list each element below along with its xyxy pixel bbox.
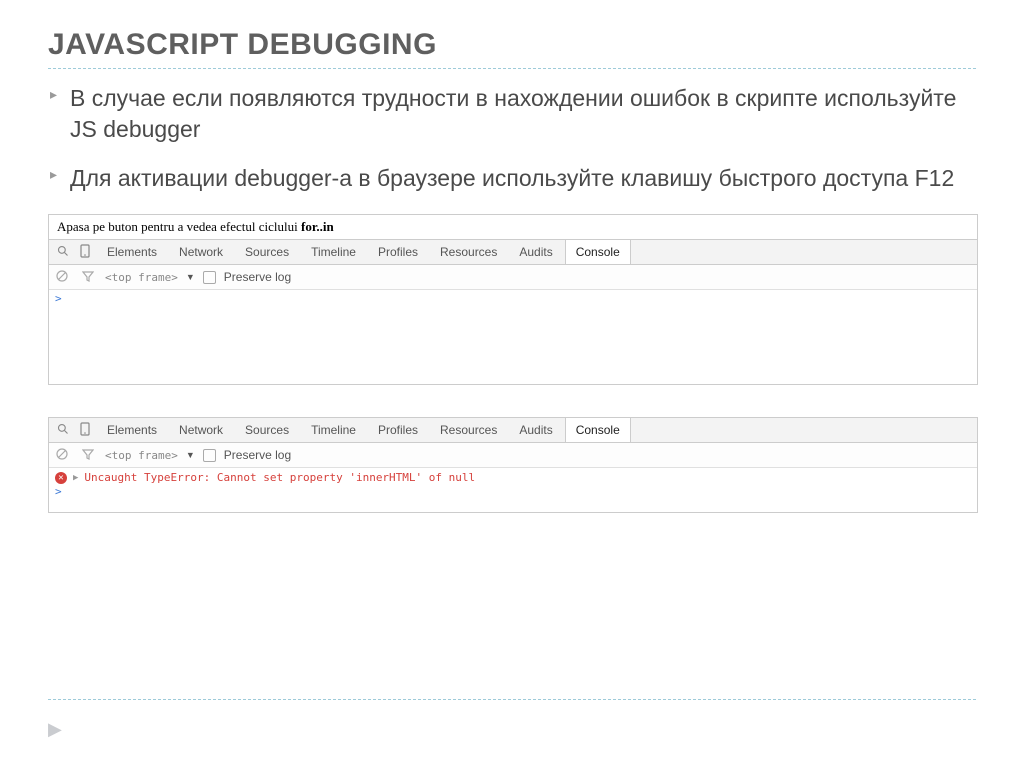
console-output: > <box>49 290 977 384</box>
bullet-list: В случае если появляются трудности в нах… <box>48 83 976 194</box>
tab-console[interactable]: Console <box>565 240 631 264</box>
devtools-tabbar: Elements Network Sources Timeline Profil… <box>49 240 977 265</box>
device-icon[interactable] <box>75 244 95 261</box>
slide: JAVASCRIPT DEBUGGING В случае если появл… <box>0 0 1024 768</box>
console-prompt[interactable]: > <box>55 292 971 305</box>
preserve-log-label: Preserve log <box>224 448 291 462</box>
tab-resources[interactable]: Resources <box>430 418 507 442</box>
footer-divider <box>48 699 976 700</box>
chevron-down-icon[interactable]: ▼ <box>186 450 195 460</box>
console-output: ✕ ▶ Uncaught TypeError: Cannot set prope… <box>49 468 977 512</box>
console-prompt[interactable]: > <box>55 485 971 498</box>
devtools-screenshot-clean: Apasa pe buton pentru a vedea efectul ci… <box>48 214 978 385</box>
preserve-log-checkbox[interactable] <box>203 449 216 462</box>
tab-sources[interactable]: Sources <box>235 418 299 442</box>
search-icon[interactable] <box>53 245 73 260</box>
preserve-log-label: Preserve log <box>224 270 291 284</box>
search-icon[interactable] <box>53 423 73 438</box>
clear-icon[interactable] <box>53 448 71 463</box>
clear-icon[interactable] <box>53 270 71 285</box>
page-content-text: Apasa pe buton pentru a vedea efectul ci… <box>49 215 977 240</box>
console-error-row[interactable]: ✕ ▶ Uncaught TypeError: Cannot set prope… <box>55 470 971 485</box>
page-text-bold: for..in <box>301 219 334 234</box>
tab-timeline[interactable]: Timeline <box>301 240 366 264</box>
devtools-tabbar: Elements Network Sources Timeline Profil… <box>49 418 977 443</box>
frame-selector[interactable]: <top frame> <box>105 271 178 284</box>
filter-icon[interactable] <box>79 448 97 463</box>
console-toolbar: <top frame> ▼ Preserve log <box>49 443 977 468</box>
tab-network[interactable]: Network <box>169 418 233 442</box>
tab-console[interactable]: Console <box>565 418 631 442</box>
devtools-screenshot-error: Elements Network Sources Timeline Profil… <box>48 417 978 513</box>
disclosure-triangle-icon[interactable]: ▶ <box>73 473 78 483</box>
tab-audits[interactable]: Audits <box>509 240 562 264</box>
preserve-log-checkbox[interactable] <box>203 271 216 284</box>
chevron-down-icon[interactable]: ▼ <box>186 272 195 282</box>
bullet-item: Для активации debugger-а в браузере испо… <box>48 163 976 194</box>
tab-profiles[interactable]: Profiles <box>368 240 428 264</box>
device-icon[interactable] <box>75 422 95 439</box>
tab-elements[interactable]: Elements <box>97 240 167 264</box>
tab-profiles[interactable]: Profiles <box>368 418 428 442</box>
tab-sources[interactable]: Sources <box>235 240 299 264</box>
frame-selector[interactable]: <top frame> <box>105 449 178 462</box>
tab-audits[interactable]: Audits <box>509 418 562 442</box>
tab-timeline[interactable]: Timeline <box>301 418 366 442</box>
tab-resources[interactable]: Resources <box>430 240 507 264</box>
error-message: Uncaught TypeError: Cannot set property … <box>84 471 475 484</box>
error-icon: ✕ <box>55 472 67 484</box>
filter-icon[interactable] <box>79 270 97 285</box>
console-toolbar: <top frame> ▼ Preserve log <box>49 265 977 290</box>
slide-title: JAVASCRIPT DEBUGGING <box>48 28 976 62</box>
title-divider <box>48 68 976 69</box>
tab-network[interactable]: Network <box>169 240 233 264</box>
tab-elements[interactable]: Elements <box>97 418 167 442</box>
next-slide-arrow-icon[interactable]: ▶ <box>48 719 62 740</box>
page-text: Apasa pe buton pentru a vedea efectul ci… <box>57 219 301 234</box>
bullet-item: В случае если появляются трудности в нах… <box>48 83 976 145</box>
